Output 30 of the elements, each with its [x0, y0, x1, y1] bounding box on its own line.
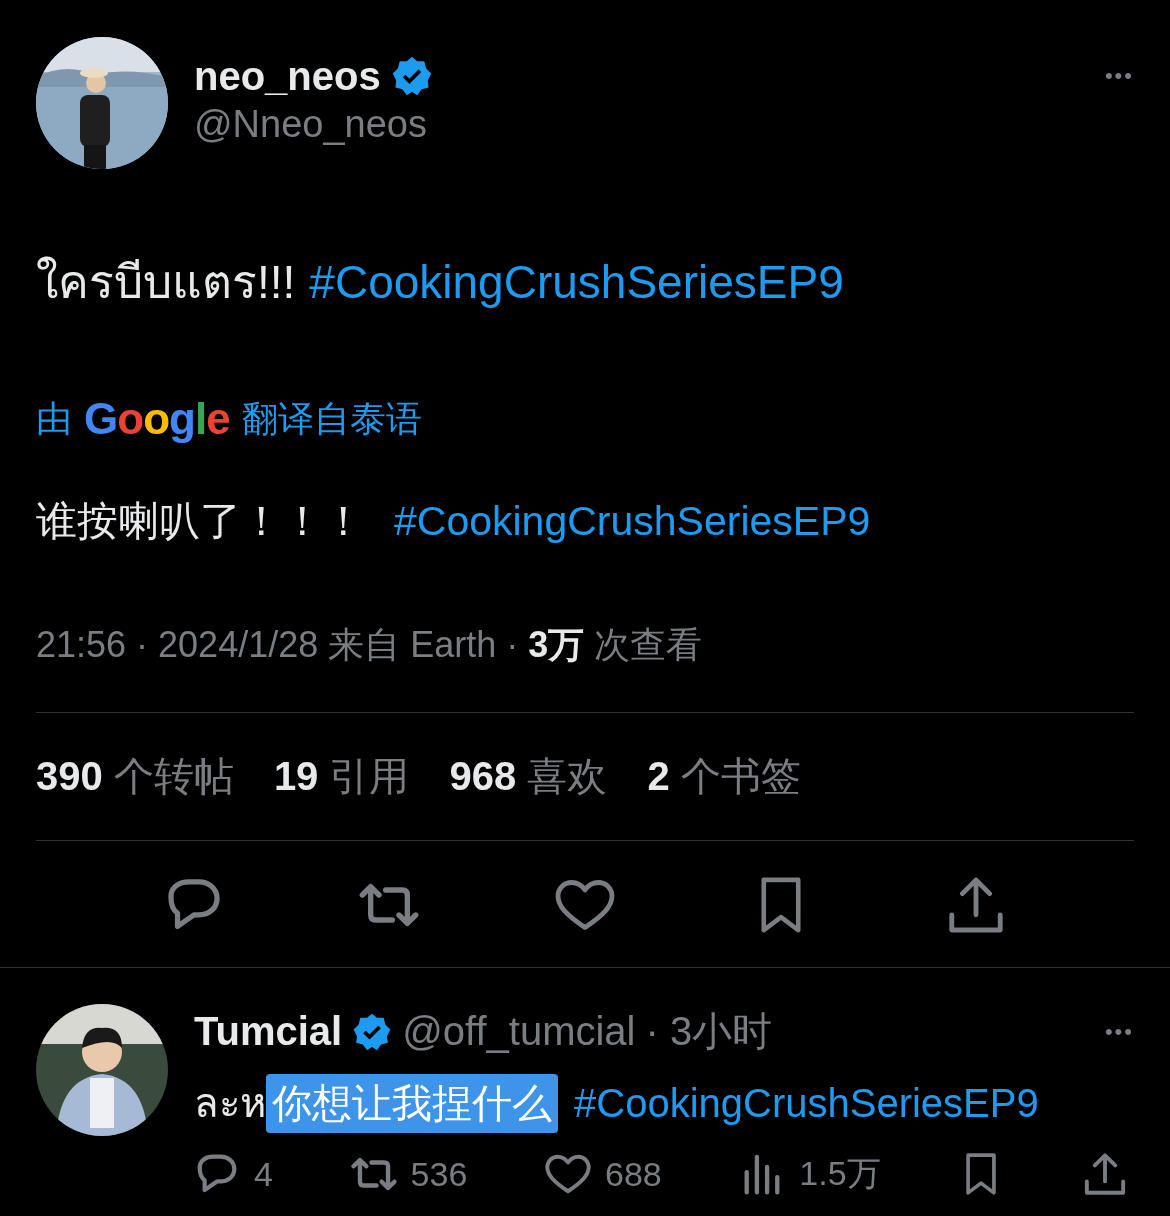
- more-options-button[interactable]: •••: [1104, 37, 1134, 89]
- heart-icon[interactable]: [544, 1153, 591, 1195]
- tweet-text: ใครบีบแตร!!!: [36, 255, 296, 310]
- view-label: 次查看: [594, 623, 703, 667]
- heart-icon[interactable]: [555, 877, 615, 933]
- hashtag-link[interactable]: #CookingCrushSeriesEP9: [394, 498, 871, 545]
- author-name[interactable]: neo_neos: [194, 53, 381, 99]
- translation-prefix: 由: [36, 396, 72, 441]
- action-count: 688: [604, 1154, 662, 1194]
- author-name[interactable]: Tumcial: [194, 1009, 343, 1054]
- action-count: 1.5万: [799, 1153, 881, 1194]
- action-count: 4: [254, 1154, 273, 1194]
- stat-link[interactable]: 390 个转帖: [36, 749, 234, 804]
- more-options-button[interactable]: •••: [1104, 1018, 1134, 1045]
- translated-text: 谁按喇叭了！！！: [36, 497, 364, 546]
- hashtag-link[interactable]: #CookingCrushSeriesEP9: [574, 1080, 1039, 1126]
- post-time: · 3小时: [645, 1008, 773, 1055]
- stat-link[interactable]: 19 引用: [273, 749, 410, 804]
- author-handle[interactable]: @off_tumcial: [402, 1009, 636, 1054]
- view-count: 3万: [528, 623, 585, 667]
- action-count: 536: [410, 1154, 468, 1194]
- hashtag-link[interactable]: #CookingCrushSeriesEP9: [309, 255, 844, 309]
- stat-link[interactable]: 968 喜欢: [449, 749, 608, 804]
- reply-text: ละห: [194, 1080, 266, 1127]
- google-logo: Google: [84, 394, 230, 444]
- timestamp: 21:56 · 2024/1/28 来自 Earth ·: [36, 623, 519, 667]
- stat-link[interactable]: 2 个书签: [647, 749, 801, 804]
- translation-source[interactable]: 翻译自泰语: [241, 394, 422, 444]
- author-handle[interactable]: @Nneo_neos: [194, 99, 433, 149]
- selection-bubble: 你想让我捏什么: [266, 1073, 558, 1133]
